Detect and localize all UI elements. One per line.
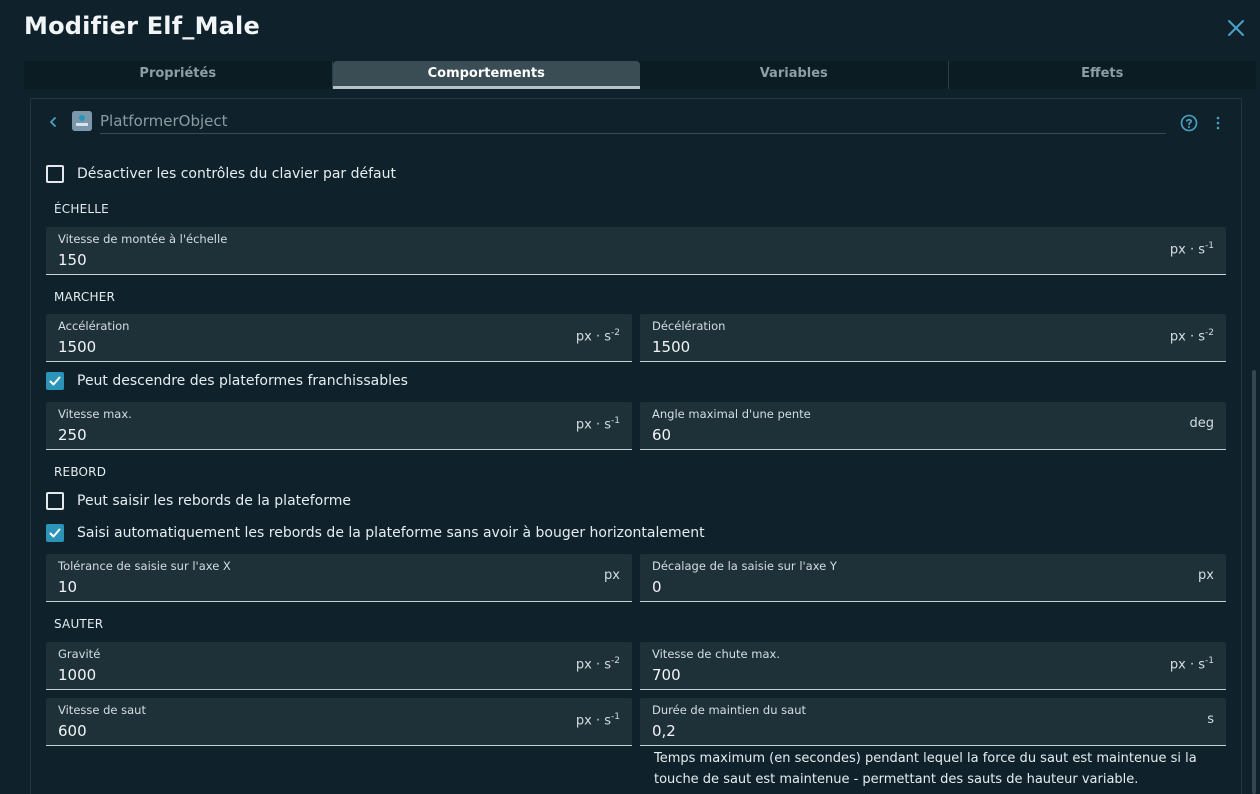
behavior-name-field[interactable]: PlatformerObject [100,108,1166,134]
jump-sustain-helper-text: Temps maximum (en secondes) pendant lequ… [654,751,1197,787]
jump-speed-field[interactable]: Vitesse de saut 600 px · s-1 [46,698,632,746]
grab-tolerance-field[interactable]: Tolérance de saisie sur l'axe X 10 px [46,554,632,602]
field-label: Vitesse de chute max. [652,647,780,661]
disable-keyboard-checkbox[interactable]: Désactiver les contrôles du clavier par … [46,164,396,184]
checkbox-box[interactable] [46,492,64,510]
field-value[interactable]: 60 [652,426,671,444]
help-circle-icon [1180,114,1198,132]
field-value[interactable]: 1500 [58,338,96,356]
gravity-field[interactable]: Gravité 1000 px · s-2 [46,642,632,690]
field-unit: deg [1189,416,1214,431]
section-ledge: REBORD [54,465,107,479]
field-label: Gravité [58,647,101,661]
field-unit: px · s-1 [575,416,620,433]
field-value[interactable]: 150 [58,251,87,269]
field-unit: px · s-2 [575,656,620,673]
section-walk: MARCHER [54,290,116,304]
section-jump: SAUTER [54,617,104,631]
tab-behaviors[interactable]: Comportements [332,61,640,89]
close-button[interactable] [1222,14,1250,42]
field-value[interactable]: 0 [652,578,662,596]
grab-ledges-checkbox[interactable]: Peut saisir les rebords de la plateforme [46,491,351,511]
field-value[interactable]: 1000 [58,666,96,684]
field-label: Décalage de la saisie sur l'axe Y [652,559,837,573]
tab-properties[interactable]: Propriétés [24,61,333,89]
collapse-button[interactable] [46,112,60,132]
chevron-left-icon [50,117,56,127]
close-icon [1228,20,1244,36]
checkbox-label: Peut saisir les rebords de la plateforme [77,493,352,509]
checkbox-label: Désactiver les contrôles du clavier par … [77,166,396,182]
field-value[interactable]: 600 [58,722,87,740]
field-label: Angle maximal d'une pente [652,407,811,421]
field-value[interactable]: 700 [652,666,681,684]
field-label: Vitesse de montée à l'échelle [58,232,228,246]
jump-sustain-field[interactable]: Durée de maintien du saut 0,2 s [640,698,1226,746]
more-vertical-icon [1216,116,1220,130]
tab-effects[interactable]: Effets [949,61,1257,89]
field-unit: px · s-2 [575,328,620,345]
field-value[interactable]: 10 [58,578,77,596]
field-label: Vitesse de saut [58,703,146,717]
max-speed-field[interactable]: Vitesse max. 250 px · s-1 [46,402,632,450]
field-unit: s [1207,712,1214,727]
field-unit: px [1198,568,1214,583]
more-options-button[interactable] [1212,114,1224,132]
checkbox-label: Peut descendre des plateformes franchiss… [77,373,408,389]
field-unit: px · s-2 [1169,328,1214,345]
field-label: Accélération [58,319,130,333]
max-slope-field[interactable]: Angle maximal d'une pente 60 deg [640,402,1226,450]
auto-grab-checkbox[interactable]: Saisi automatiquement les rebords de la … [46,523,705,543]
edit-object-dialog: Modifier Elf_Male Propriétés Comportemen… [0,0,1260,794]
max-fall-speed-field[interactable]: Vitesse de chute max. 700 px · s-1 [640,642,1226,690]
checkbox-box[interactable] [46,165,64,183]
acceleration-field[interactable]: Accélération 1500 px · s-2 [46,314,632,362]
field-unit: px · s-1 [1169,656,1214,673]
go-down-platforms-checkbox[interactable]: Peut descendre des plateformes franchiss… [46,371,408,391]
checkbox-box[interactable] [46,372,64,390]
field-label: Vitesse max. [58,407,132,421]
field-label: Décélération [652,319,726,333]
field-value[interactable]: 1500 [652,338,690,356]
behavior-header: PlatformerObject [46,108,1236,136]
section-ladder: ÉCHELLE [54,202,109,216]
tab-bar: Propriétés Comportements Variables Effet… [24,61,1256,89]
grab-offset-field[interactable]: Décalage de la saisie sur l'axe Y 0 px [640,554,1226,602]
field-label: Durée de maintien du saut [652,703,806,717]
field-unit: px · s-1 [575,712,620,729]
dialog-title: Modifier Elf_Male [24,12,260,40]
checkmark-icon [49,376,61,386]
field-unit: px [604,568,620,583]
deceleration-field[interactable]: Décélération 1500 px · s-2 [640,314,1226,362]
checkbox-label: Saisi automatiquement les rebords de la … [77,525,705,541]
tab-variables[interactable]: Variables [640,61,949,89]
checkmark-icon [49,528,61,538]
field-value[interactable]: 250 [58,426,87,444]
field-unit: px · s-1 [1169,241,1214,258]
field-label: Tolérance de saisie sur l'axe X [58,559,231,573]
platformer-behavior-icon [72,111,92,131]
ladder-speed-field[interactable]: Vitesse de montée à l'échelle 150 px · s… [46,227,1226,275]
field-value[interactable]: 0,2 [652,722,676,740]
checkbox-box[interactable] [46,524,64,542]
scrollbar[interactable] [1252,370,1256,794]
help-button[interactable] [1180,114,1198,132]
